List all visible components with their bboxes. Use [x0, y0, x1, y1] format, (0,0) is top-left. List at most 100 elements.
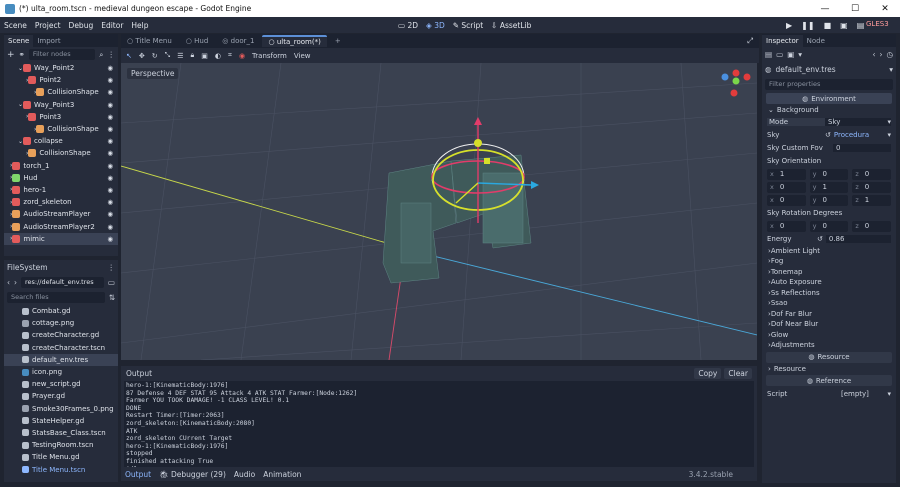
scene-node[interactable]: › CollisionShape ◉: [4, 123, 118, 135]
visibility-icon[interactable]: ◉: [107, 137, 113, 145]
lock-icon[interactable]: 🔒︎: [191, 51, 195, 60]
object-menu-icon[interactable]: ▾: [889, 65, 893, 74]
history-forward-icon[interactable]: ›: [879, 50, 882, 59]
reference-button[interactable]: ◍ Reference: [766, 375, 892, 386]
history-back-icon[interactable]: ‹: [872, 50, 875, 59]
path-field[interactable]: res://default_env.tres: [21, 277, 104, 288]
revert-icon[interactable]: ↺: [817, 235, 823, 243]
tab-output[interactable]: Output: [125, 470, 151, 479]
split-icon[interactable]: ▭: [108, 278, 115, 287]
menu-dots-icon[interactable]: ⋮: [108, 263, 116, 272]
property-section[interactable]: › Dof Far Blur: [762, 309, 896, 320]
scene-node[interactable]: › CollisionShape ◉: [4, 86, 118, 98]
resource-button[interactable]: ◍ Resource: [766, 351, 892, 363]
view-menu[interactable]: View: [294, 52, 311, 60]
file-item[interactable]: StateHelper.gd: [4, 415, 118, 427]
maximize-button[interactable]: ☐: [840, 4, 870, 14]
scene-node[interactable]: ⌄ Way_Point2 ◉: [4, 62, 118, 74]
property-section[interactable]: › Dof Near Blur: [762, 319, 896, 330]
visibility-icon[interactable]: ◉: [107, 125, 113, 133]
menu-help[interactable]: Help: [127, 21, 152, 30]
scene-tab[interactable]: ○ Hud: [180, 36, 215, 46]
workspace-script[interactable]: ✎ Script: [453, 21, 483, 30]
file-item[interactable]: StatsBase_Class.tscn: [4, 427, 118, 439]
viewport-3d[interactable]: Perspective: [121, 63, 757, 360]
file-item[interactable]: Title Menu.gd: [4, 451, 118, 463]
transform-menu[interactable]: Transform: [252, 52, 287, 60]
file-item[interactable]: TestingRoom.tscn: [4, 439, 118, 451]
scene-tab[interactable]: ○ Title Menu: [121, 36, 178, 46]
play-scene-icon[interactable]: ▣: [840, 21, 848, 30]
visibility-icon[interactable]: ◉: [107, 223, 113, 231]
workspace-3d[interactable]: ◈ 3D: [426, 21, 445, 30]
background-group[interactable]: ⌄ Background: [762, 105, 896, 116]
workspace-assetlib[interactable]: ⇩ AssetLib: [491, 21, 531, 30]
script-select[interactable]: [empty] ▾: [825, 390, 891, 398]
clear-button[interactable]: Clear: [724, 367, 752, 379]
orientation-field[interactable]: y0: [809, 168, 849, 180]
orientation-field[interactable]: z0: [852, 181, 892, 193]
file-item[interactable]: createCharacter.gd: [4, 329, 118, 341]
visibility-icon[interactable]: ◉: [107, 76, 113, 84]
menu-project[interactable]: Project: [31, 21, 65, 30]
resource-menu-icon[interactable]: ▾: [798, 50, 802, 59]
open-resource-icon[interactable]: ▭: [776, 50, 783, 59]
visibility-icon[interactable]: ◉: [107, 210, 113, 218]
viewport-canvas[interactable]: [121, 63, 757, 360]
workspace-2d[interactable]: ▭ 2D: [398, 21, 418, 30]
orientation-field[interactable]: z1: [852, 194, 892, 206]
sky-fov-field[interactable]: 0: [833, 144, 891, 152]
add-node-icon[interactable]: +: [7, 50, 15, 60]
local-space-icon[interactable]: ◐: [215, 52, 221, 60]
tab-import[interactable]: Import: [33, 35, 64, 47]
scene-node[interactable]: › Point3 ◉: [4, 111, 118, 123]
file-item[interactable]: cottage.png: [4, 317, 118, 329]
new-tab-button[interactable]: +: [329, 36, 347, 46]
renderer-select[interactable]: GLES3: [866, 20, 889, 28]
property-section[interactable]: › Ss Reflections: [762, 288, 896, 299]
property-section[interactable]: › Auto Exposure: [762, 277, 896, 288]
distraction-free-icon[interactable]: ⤢: [747, 36, 753, 46]
back-icon[interactable]: ‹: [7, 278, 10, 287]
property-section[interactable]: › Adjustments: [762, 340, 896, 351]
visibility-icon[interactable]: ◉: [107, 88, 113, 96]
play-custom-icon[interactable]: ▤: [857, 21, 865, 30]
search-files-input[interactable]: Search files: [7, 292, 105, 303]
rotation-field[interactable]: y0: [809, 220, 849, 232]
scene-node[interactable]: ⌄ collapse ◉: [4, 135, 118, 147]
axis-orientation-gizmo-icon[interactable]: [721, 69, 751, 97]
environment-section[interactable]: ◍ Environment: [766, 93, 892, 104]
scene-node[interactable]: › AudioStreamPlayer ◉: [4, 208, 118, 220]
file-item[interactable]: Smoke30Frames_0.png: [4, 403, 118, 415]
scene-node[interactable]: › AudioStreamPlayer2 ◉: [4, 220, 118, 232]
property-section[interactable]: › Fog: [762, 256, 896, 267]
rotation-field[interactable]: x0: [767, 220, 806, 232]
sort-icon[interactable]: ⇅: [109, 293, 115, 302]
orientation-field[interactable]: x1: [767, 168, 806, 180]
file-item[interactable]: default_env.tres: [4, 353, 118, 366]
tab-animation[interactable]: Animation: [263, 470, 301, 479]
property-section[interactable]: › Glow: [762, 330, 896, 341]
visibility-icon[interactable]: ◉: [107, 198, 113, 206]
scene-tab[interactable]: ○ ulta_room(*): [262, 35, 327, 47]
resource-section[interactable]: › Resource: [762, 364, 896, 375]
play-icon[interactable]: ▶: [786, 21, 792, 30]
visibility-icon[interactable]: ◉: [107, 174, 113, 182]
rotation-field[interactable]: z0: [852, 220, 892, 232]
tab-node[interactable]: Node: [803, 35, 829, 47]
file-item[interactable]: Title Menu.tscn: [4, 463, 118, 475]
scene-node[interactable]: › torch_1 ◉: [4, 160, 118, 172]
orientation-field[interactable]: x0: [767, 194, 806, 206]
scene-tab[interactable]: ◎ door_1: [216, 36, 260, 46]
snap-icon[interactable]: ⌗: [228, 51, 232, 60]
rotate-tool-icon[interactable]: ↻: [152, 52, 158, 60]
scale-tool-icon[interactable]: ⤡: [165, 51, 171, 60]
link-icon[interactable]: ⚭: [19, 50, 25, 59]
mode-select[interactable]: Sky ▾: [825, 118, 891, 126]
camera-override-icon[interactable]: ◉: [239, 52, 245, 60]
file-item[interactable]: icon.png: [4, 366, 118, 378]
list-select-icon[interactable]: ☰: [177, 52, 183, 60]
filter-nodes-input[interactable]: Filter nodes: [28, 49, 96, 60]
copy-button[interactable]: Copy: [694, 367, 722, 379]
forward-icon[interactable]: ›: [14, 278, 17, 287]
